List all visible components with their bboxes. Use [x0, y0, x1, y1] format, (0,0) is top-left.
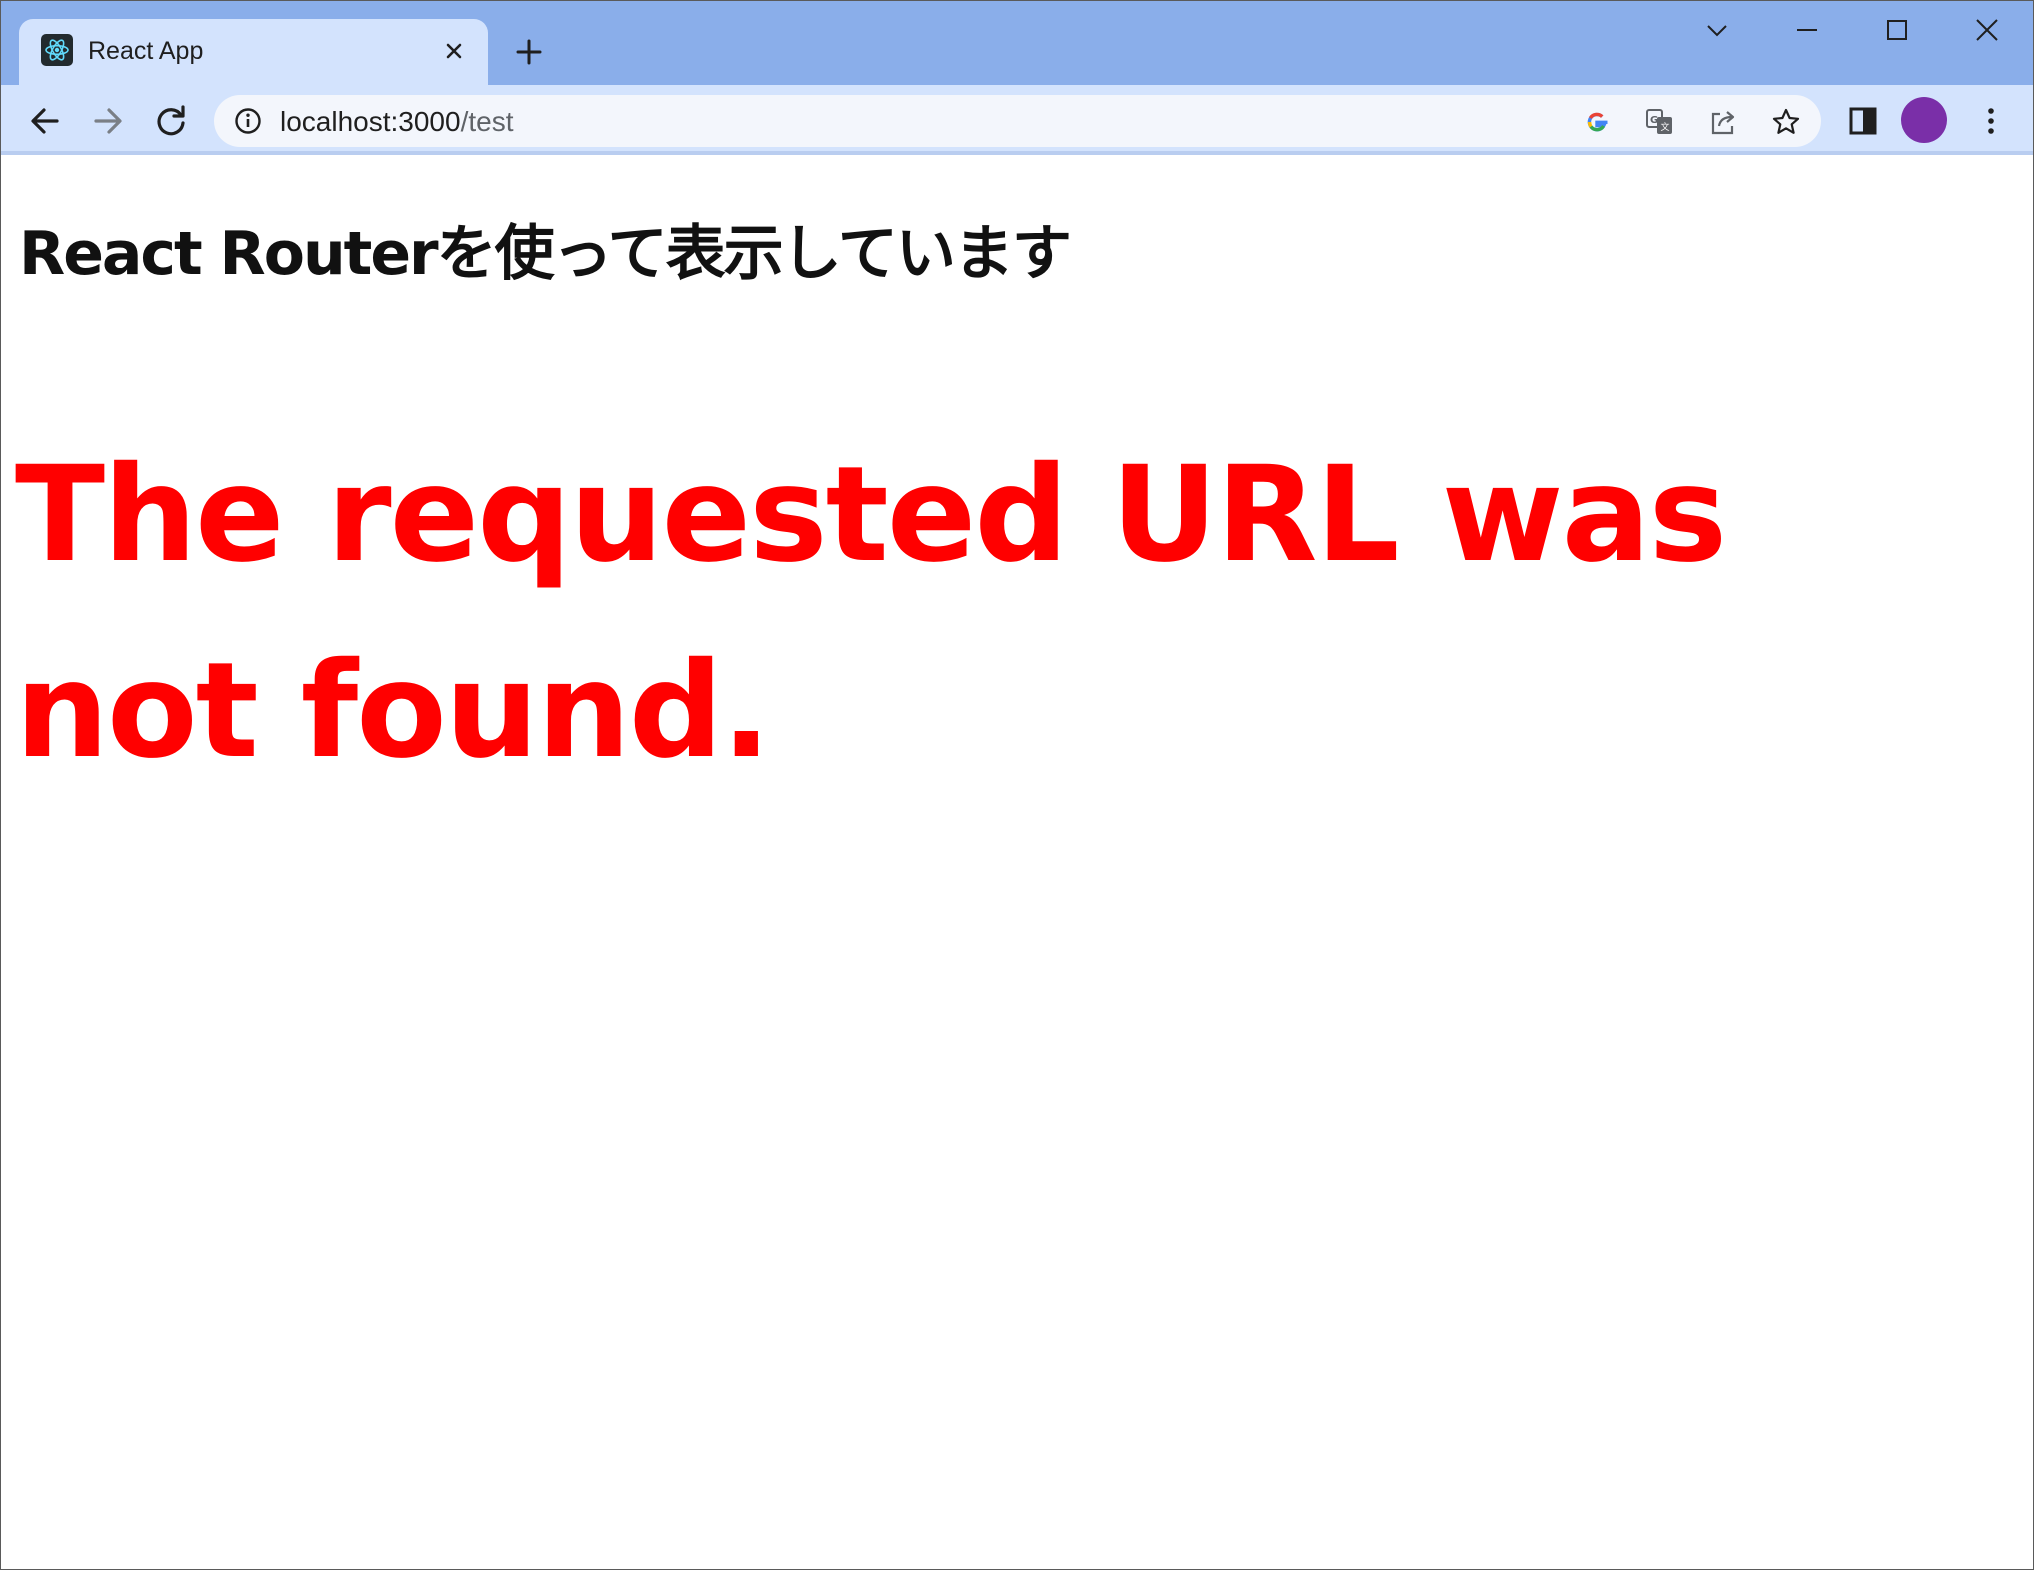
more-menu-icon[interactable]: [1975, 105, 2007, 137]
url-host: localhost:3000: [280, 106, 461, 137]
close-icon[interactable]: [1943, 1, 2031, 59]
address-bar[interactable]: localhost:3000/test G 文: [214, 95, 1821, 147]
info-icon[interactable]: [234, 107, 262, 135]
plus-icon[interactable]: [511, 34, 547, 70]
back-arrow-icon[interactable]: [25, 101, 65, 141]
forward-arrow-icon[interactable]: [88, 101, 128, 141]
toolbar-divider: [1, 151, 2033, 155]
google-lens-icon[interactable]: [1582, 107, 1612, 137]
bookmark-star-icon[interactable]: [1771, 107, 1801, 137]
maximize-icon[interactable]: [1853, 1, 1941, 59]
tab-title: React App: [88, 37, 204, 65]
page-content: React Routerを使って表示しています The requested UR…: [1, 157, 2033, 1569]
tab-react-app[interactable]: React App: [19, 19, 488, 85]
tab-strip: React App: [1, 1, 2033, 85]
svg-text:G: G: [1650, 115, 1658, 126]
tab-search-icon[interactable]: [1673, 1, 1761, 59]
side-panel-icon[interactable]: [1847, 105, 1879, 137]
translate-icon[interactable]: G 文: [1645, 107, 1675, 137]
not-found-message: The requested URL was not found.: [15, 438, 1727, 788]
share-icon[interactable]: [1708, 107, 1738, 137]
reload-icon[interactable]: [151, 101, 191, 141]
react-logo-icon: [41, 34, 73, 66]
page-heading: React Routerを使って表示しています: [19, 219, 1072, 289]
url-path: /test: [460, 106, 514, 137]
url-text[interactable]: localhost:3000/test: [280, 106, 514, 138]
browser-window: React App localhost:3000/test G 文 React …: [0, 0, 2034, 1570]
minimize-icon[interactable]: [1763, 1, 1851, 59]
svg-text:文: 文: [1661, 121, 1670, 133]
browser-toolbar: localhost:3000/test G 文: [1, 85, 2033, 155]
tab-close-icon[interactable]: [439, 36, 469, 66]
profile-avatar[interactable]: [1901, 97, 1947, 143]
